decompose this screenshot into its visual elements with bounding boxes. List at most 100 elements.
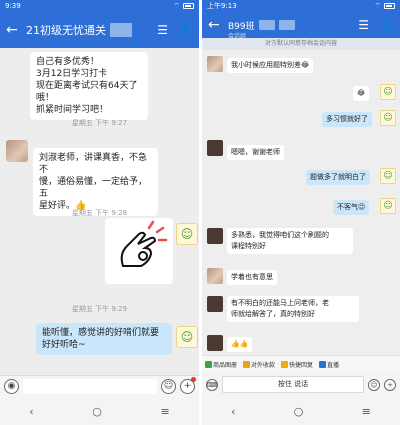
group-members-icon[interactable]: 👤 — [379, 18, 394, 32]
toolbar-label: 直播 — [327, 361, 340, 369]
message-text: 慢，通俗易懂，一定给予，五 — [39, 177, 148, 199]
message-bubble: 多熟悉，我觉得咱们这个刷题的 课程特别好 — [227, 228, 353, 254]
quick-toolbar: 商品图册 对外收款 快捷回复 直播 — [202, 355, 400, 372]
toolbar-item-quick-reply[interactable]: 快捷回复 — [281, 360, 313, 369]
message-text: 师就给解答了，真的特别好 — [231, 310, 315, 318]
menu-icon[interactable]: ☰ — [157, 23, 168, 37]
toolbar-item-catalog[interactable]: 商品图册 — [205, 360, 237, 369]
avatar[interactable]: ☺ — [176, 223, 198, 245]
message-bubble: 有不明白的还能马上问老师，老 师就给解答了，真的特别好 — [227, 296, 359, 322]
message-text: 多熟悉，我觉得咱们这个刷题的 — [231, 231, 329, 239]
message-bubble: 自己有多优秀！ 3月12日学习打卡 现在距离考试只有64天了哦！ 抓紧时间学习吧… — [30, 52, 148, 120]
message-bubble: 不客气😉 — [333, 200, 370, 215]
menu-icon[interactable]: ☰ — [358, 18, 369, 32]
avatar[interactable]: ☺ — [380, 198, 396, 214]
left-status-icons: ⌔ — [173, 0, 194, 12]
message-text: 能听懂，感觉讲的好啃们就要 — [42, 328, 160, 338]
redacted-box — [110, 23, 132, 37]
message-bubble: 嗯嗯，谢谢老师 — [227, 145, 284, 160]
message-bubble: 我小时候应用题特别差😂 — [227, 58, 314, 73]
avatar[interactable] — [6, 140, 28, 162]
toolbar-item-payment[interactable]: 对外收款 — [243, 360, 275, 369]
message-text: 有不明白的还能马上问老师，老 — [231, 299, 329, 307]
left-chat-title: 21初级无忧通关 — [26, 24, 106, 37]
left-input-bar: ◉ ☺ + — [0, 375, 199, 397]
avatar[interactable]: ☺ — [380, 168, 396, 184]
nav-menu-icon[interactable]: ≡ — [160, 405, 169, 418]
toolbar-label: 对外收款 — [251, 361, 276, 369]
hold-to-talk-button[interactable]: 按住 说话 — [222, 376, 364, 393]
avatar[interactable] — [207, 268, 223, 284]
notification-dot — [191, 377, 196, 382]
right-status-icons: ⌔ — [374, 0, 395, 12]
message-text: 刘淑老师，讲课真香，不急不 — [39, 153, 148, 175]
avatar[interactable]: ☺ — [380, 110, 396, 126]
right-message-list: 我小时候应用题特别差😂 😂 ☺ 多习惯就好了 ☺ 嗯嗯，谢谢老师 题做多了就明白… — [202, 50, 400, 355]
catalog-icon — [205, 360, 212, 368]
message-text: 好好听哈~ — [42, 340, 86, 350]
avatar[interactable] — [207, 56, 223, 72]
message-bubble: 能听懂，感觉讲的好啃们就要 好好听哈~ — [36, 323, 172, 355]
quick-reply-icon — [281, 360, 289, 368]
toolbar-label: 商品图册 — [213, 361, 238, 369]
hand-sticker-image[interactable] — [105, 218, 173, 284]
message-text: 抓紧时间学习吧！ — [36, 105, 109, 115]
timestamp: 星期五 下午 9:27 — [71, 119, 128, 127]
toolbar-label: 快捷回复 — [289, 361, 314, 369]
battery-icon — [384, 3, 395, 9]
nav-home-icon[interactable]: ○ — [294, 405, 304, 418]
right-status-bar: 上午9:13 ⌔ — [202, 0, 400, 12]
redacted-box — [278, 20, 295, 30]
back-arrow-icon[interactable]: ← — [208, 17, 224, 33]
message-input[interactable] — [23, 379, 157, 394]
emoji-icon[interactable]: ☺ — [368, 378, 380, 391]
message-text: 自己有多优秀！ — [36, 57, 100, 67]
left-chat-screen: 9:39 ⌔ ← 21初级无忧通关 ☰ 👤 自己有多优秀！ 3月12日学习打卡 … — [0, 0, 199, 425]
avatar[interactable] — [207, 140, 223, 156]
message-bubble: 多习惯就好了 — [322, 112, 372, 127]
nav-back-icon[interactable]: ‹ — [29, 405, 33, 418]
nav-back-icon[interactable]: ‹ — [231, 405, 235, 418]
plus-icon[interactable]: + — [384, 378, 396, 391]
right-nav-bar: ‹ ○ ≡ — [202, 397, 400, 425]
message-text: 现在距离考试只有64天了哦！ — [36, 81, 138, 103]
payment-icon — [243, 360, 251, 368]
keyboard-icon[interactable]: ⌨ — [206, 378, 218, 391]
wifi-icon: ⌔ — [173, 2, 180, 10]
wifi-icon: ⌔ — [374, 2, 381, 10]
avatar[interactable]: ☺ — [380, 84, 396, 100]
left-chat-header: ← 21初级无忧通关 ☰ 👤 — [0, 12, 199, 48]
message-bubble: 👍👍 — [227, 337, 253, 352]
redacted-box — [258, 20, 275, 30]
avatar[interactable]: ☺ — [176, 326, 198, 348]
nav-menu-icon[interactable]: ≡ — [362, 405, 371, 418]
message-bubble: 😂 — [353, 86, 370, 101]
left-status-bar: 9:39 ⌔ — [0, 0, 199, 12]
nav-home-icon[interactable]: ○ — [92, 405, 102, 418]
timestamp: 星期五 下午 9:28 — [71, 209, 128, 217]
right-chat-screen: 上午9:13 ⌔ ← B99班 ☰ 👤 会话组 对方默认同意存档会话内容 我小时… — [202, 0, 400, 425]
right-chat-header: ← B99班 ☰ 👤 会话组 — [202, 12, 400, 40]
toolbar-item-live[interactable]: 直播 — [319, 360, 339, 369]
message-text: 课程特别好 — [231, 242, 266, 250]
timestamp: 星期五 下午 9:29 — [71, 305, 128, 313]
left-status-time: 9:39 — [5, 2, 21, 10]
avatar[interactable] — [207, 296, 223, 312]
battery-icon — [183, 3, 194, 9]
voice-icon[interactable]: ◉ — [4, 379, 19, 394]
message-bubble: 学着也有意思 — [227, 270, 277, 285]
group-members-icon[interactable]: 👤 — [178, 23, 193, 37]
emoji-icon[interactable]: ☺ — [161, 379, 176, 394]
archive-notice: 对方默认同意存档会话内容 — [202, 38, 400, 50]
message-text: 3月12日学习打卡 — [36, 69, 108, 79]
message-bubble: 刘淑老师，讲课真香，不急不 慢，通俗易懂，一定给予，五 星好评。👍 — [33, 148, 158, 216]
message-bubble: 题做多了就明白了 — [306, 170, 370, 185]
back-arrow-icon[interactable]: ← — [6, 22, 22, 38]
right-input-bar: ⌨ 按住 说话 ☺ + — [202, 372, 400, 397]
avatar[interactable] — [207, 228, 223, 244]
left-message-list: 自己有多优秀！ 3月12日学习打卡 现在距离考试只有64天了哦！ 抓紧时间学习吧… — [0, 48, 199, 375]
avatar[interactable] — [207, 335, 223, 351]
right-chat-title: B99班 — [228, 21, 255, 32]
screenshot-root: 9:39 ⌔ ← 21初级无忧通关 ☰ 👤 自己有多优秀！ 3月12日学习打卡 … — [0, 0, 400, 425]
left-nav-bar: ‹ ○ ≡ — [0, 397, 199, 425]
